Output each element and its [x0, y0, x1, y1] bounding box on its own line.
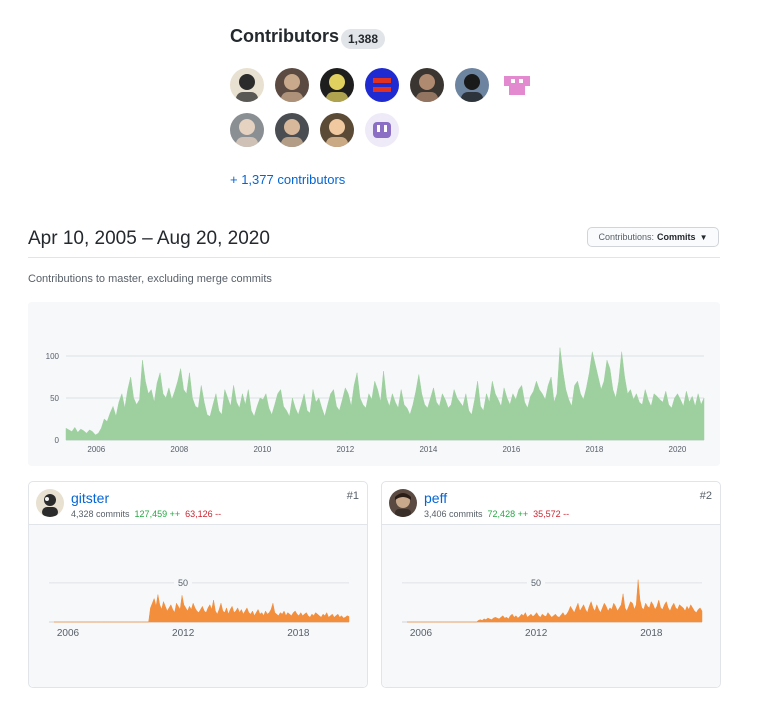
y-tick-label: 0 — [55, 436, 60, 445]
contributors-count-badge: 1,388 — [341, 29, 386, 49]
x-tick-label: 2006 — [410, 628, 433, 639]
commits-area-series — [54, 594, 350, 623]
more-contributors-link[interactable]: + 1,377 contributors — [230, 172, 345, 187]
x-tick-label: 2020 — [669, 445, 687, 454]
y-tick-label: 50 — [531, 578, 541, 588]
avatar[interactable] — [320, 68, 354, 102]
avatar[interactable] — [320, 113, 354, 147]
commit-count: 4,328 commits — [71, 509, 130, 519]
avatar[interactable] — [275, 113, 309, 147]
contributor-card-gitster: gitster 4,328 commits 127,459 ++ 63,126 … — [28, 481, 368, 688]
y-tick-label: 100 — [46, 352, 60, 361]
avatar[interactable] — [455, 68, 489, 102]
x-tick-label: 2006 — [57, 628, 80, 639]
x-tick-label: 2016 — [502, 445, 520, 454]
avatar[interactable] — [500, 68, 534, 102]
x-tick-label: 2018 — [640, 628, 663, 639]
contributor-chart-svg: 50 2006 2012 2018 — [49, 576, 350, 639]
x-tick-label: 2018 — [586, 445, 604, 454]
contributor-login-link[interactable]: gitster — [71, 490, 109, 506]
deletions-count: 35,572 -- — [533, 509, 570, 519]
caret-down-icon: ▼ — [699, 232, 708, 242]
dropdown-selected-value: Commits — [657, 232, 696, 242]
contributor-login-link[interactable]: peff — [424, 490, 447, 506]
main-chart-svg: 0 50 100 2006 2008 2010 2012 2014 2016 2018 2020 — [46, 347, 705, 454]
additions-count: 127,459 ++ — [134, 509, 181, 519]
x-tick-label: 2006 — [87, 445, 105, 454]
contributor-card-peff: peff 3,406 commits 72,428 ++ 35,572 -- #… — [381, 481, 721, 688]
avatar[interactable] — [389, 489, 417, 517]
card-chart-area: 50 2006 2012 2018 — [29, 525, 367, 687]
rank-badge: #1 — [346, 490, 359, 502]
contributors-title: Contributors — [230, 26, 339, 46]
avatar[interactable] — [365, 113, 399, 147]
contributor-chart-svg: 50 2006 2012 2018 — [402, 576, 703, 639]
header-divider — [28, 257, 720, 258]
contributor-stats: 3,406 commits 72,428 ++ 35,572 -- — [424, 509, 569, 519]
date-range-title: Apr 10, 2005 – Aug 20, 2020 — [28, 228, 270, 249]
x-tick-label: 2012 — [525, 628, 548, 639]
x-tick-label: 2012 — [336, 445, 354, 454]
card-chart-area: 50 2006 2012 2018 — [382, 525, 720, 687]
deletions-count: 63,126 -- — [185, 509, 222, 519]
avatar[interactable] — [230, 68, 264, 102]
card-header: gitster 4,328 commits 127,459 ++ 63,126 … — [29, 482, 367, 525]
commits-area-series — [407, 579, 703, 623]
x-tick-label: 2010 — [253, 445, 271, 454]
dropdown-prefix-label: Contributions: — [598, 232, 655, 242]
avatar[interactable] — [275, 68, 309, 102]
main-contributions-chart: 0 50 100 2006 2008 2010 2012 2014 2016 2018 2020 — [28, 302, 720, 466]
x-tick-label: 2014 — [419, 445, 437, 454]
rank-badge: #2 — [699, 490, 712, 502]
chart-subtitle: Contributions to master, excluding merge… — [28, 273, 272, 285]
x-tick-label: 2018 — [287, 628, 310, 639]
avatar[interactable] — [36, 489, 64, 517]
avatar[interactable] — [410, 68, 444, 102]
y-tick-label: 50 — [50, 394, 59, 403]
x-tick-label: 2008 — [170, 445, 188, 454]
x-tick-label: 2012 — [172, 628, 195, 639]
avatar[interactable] — [365, 68, 399, 102]
commit-count: 3,406 commits — [424, 509, 483, 519]
card-header: peff 3,406 commits 72,428 ++ 35,572 -- #… — [382, 482, 720, 525]
avatar[interactable] — [230, 113, 264, 147]
additions-count: 72,428 ++ — [487, 509, 529, 519]
commits-area-series — [65, 347, 705, 441]
y-tick-label: 50 — [178, 578, 188, 588]
contributor-stats: 4,328 commits 127,459 ++ 63,126 -- — [71, 509, 221, 519]
contributions-type-dropdown[interactable]: Contributions: Commits ▼ — [587, 227, 719, 247]
